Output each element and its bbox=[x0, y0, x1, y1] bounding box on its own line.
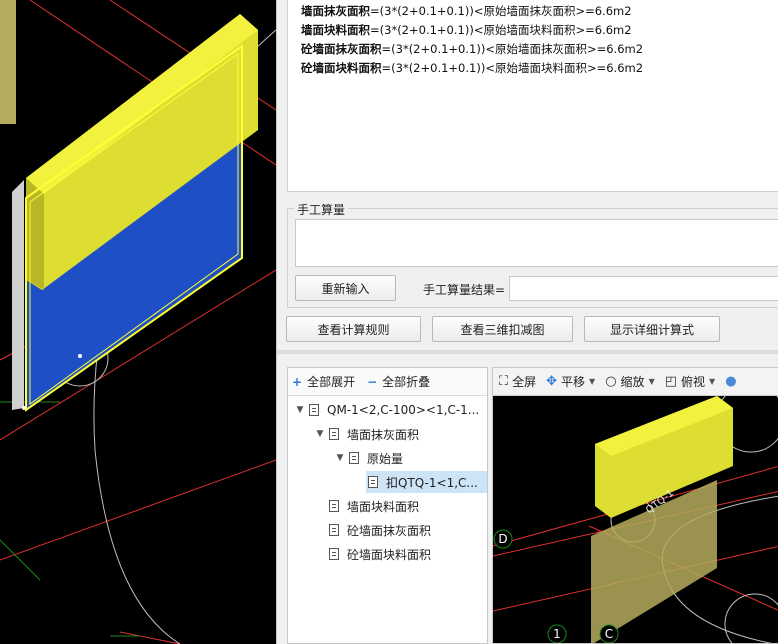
column-shape bbox=[0, 0, 16, 124]
tree-node[interactable]: 墙面块料面积 bbox=[329, 495, 419, 517]
sphere-icon: ● bbox=[725, 374, 737, 389]
chevron-down-icon[interactable]: ▼ bbox=[314, 429, 326, 439]
expand-icon: + bbox=[292, 374, 303, 389]
quantity-tree: + 全部展开 − 全部折叠 ▼ QM-1<2,C-100><1,C-1... ▼… bbox=[287, 367, 488, 644]
chevron-down-icon: ▼ bbox=[709, 377, 716, 386]
axis-label-1: 1 bbox=[553, 627, 561, 641]
formula-line: 墙面抹灰面积=(3*(2+0.1+0.1))<原始墙面抹灰面积>=6.6m2 bbox=[301, 4, 632, 18]
main-3d-scene bbox=[0, 0, 276, 644]
expand-all-label: 全部展开 bbox=[307, 375, 356, 389]
magnifier-icon: ○ bbox=[605, 374, 617, 389]
view-rules-button[interactable]: 查看计算规则 bbox=[286, 316, 421, 342]
pan-button[interactable]: ✥ 平移 ▼ bbox=[546, 373, 595, 390]
document-icon bbox=[329, 428, 339, 440]
collapse-all-button[interactable]: − 全部折叠 bbox=[367, 373, 430, 390]
fullscreen-icon: ⛶ bbox=[499, 374, 509, 389]
axis-label-c: C bbox=[605, 627, 613, 641]
tree-node-label: QM-1<2,C-100><1,C-1... bbox=[327, 403, 480, 417]
deduction-3d-viewer[interactable]: ⛶ 全屏 ✥ 平移 ▼ ○ 缩放 ▼ ◰ 俯视 ▼ ● QTQ-1 D 1 C bbox=[492, 367, 778, 644]
pan-label: 平移 bbox=[561, 375, 586, 389]
manual-result-label: 手工算量结果= bbox=[423, 283, 506, 297]
chevron-down-icon: ▼ bbox=[589, 377, 596, 386]
axis-point bbox=[22, 406, 26, 410]
panel-divider[interactable] bbox=[277, 350, 778, 354]
tree-node[interactable]: 砼墙面抹灰面积 bbox=[329, 519, 431, 541]
mini-axis-circle bbox=[724, 593, 778, 643]
formula-display[interactable]: 墙面抹灰面积=(3*(2+0.1+0.1))<原始墙面抹灰面积>=6.6m2 墙… bbox=[287, 0, 778, 192]
tree-node-label: 扣QTQ-1<1,C... bbox=[386, 475, 478, 490]
collapse-icon: − bbox=[367, 374, 378, 389]
tree-node-selected[interactable]: 扣QTQ-1<1,C... bbox=[366, 471, 487, 493]
tree-node-label: 原始量 bbox=[367, 451, 404, 466]
reinput-button[interactable]: 重新输入 bbox=[295, 275, 396, 301]
top-view-label: 俯视 bbox=[681, 375, 706, 389]
plaster-side bbox=[26, 178, 44, 290]
tree-toolbar: + 全部展开 − 全部折叠 bbox=[288, 368, 487, 396]
axis-point bbox=[78, 354, 82, 358]
document-icon bbox=[368, 476, 378, 488]
cube-icon: ◰ bbox=[664, 374, 678, 389]
tree-node[interactable]: ▼ QM-1<2,C-100><1,C-1... bbox=[294, 399, 480, 421]
tree-node[interactable]: ▼ 原始量 bbox=[334, 447, 403, 469]
tree-node-label: 砼墙面抹灰面积 bbox=[347, 523, 432, 538]
top-view-button[interactable]: ◰ 俯视 ▼ bbox=[665, 373, 715, 390]
pan-icon: ✥ bbox=[546, 374, 558, 389]
manual-group-title: 手工算量 bbox=[294, 201, 349, 218]
calculation-panel: 墙面抹灰面积=(3*(2+0.1+0.1))<原始墙面抹灰面积>=6.6m2 墙… bbox=[276, 0, 778, 644]
manual-result-field[interactable] bbox=[509, 276, 778, 301]
wall-side bbox=[12, 180, 24, 410]
formula-line: 砼墙面块料面积=(3*(2+0.1+0.1))<原始墙面块料面积>=6.6m2 bbox=[301, 61, 644, 75]
expand-all-button[interactable]: + 全部展开 bbox=[292, 373, 355, 390]
document-icon bbox=[329, 524, 339, 536]
view-3d-deduction-button[interactable]: 查看三维扣减图 bbox=[432, 316, 573, 342]
tree-node-label: 墙面抹灰面积 bbox=[347, 427, 420, 442]
fullscreen-button[interactable]: ⛶ 全屏 bbox=[499, 373, 536, 390]
axis-label-d: D bbox=[498, 532, 507, 546]
show-detail-formula-button[interactable]: 显示详细计算式 bbox=[584, 316, 720, 342]
tree-node-label: 墙面块料面积 bbox=[347, 499, 420, 514]
axis-lines bbox=[0, 401, 140, 637]
zoom-label: 缩放 bbox=[620, 375, 645, 389]
deduction-scene: QTQ-1 D 1 C bbox=[493, 396, 778, 643]
formula-line: 砼墙面抹灰面积=(3*(2+0.1+0.1))<原始墙面抹灰面积>=6.6m2 bbox=[301, 42, 644, 56]
document-icon bbox=[349, 452, 359, 464]
display-mode-button[interactable]: ● bbox=[725, 374, 740, 389]
tree-node-label: 砼墙面块料面积 bbox=[347, 547, 432, 562]
document-icon bbox=[329, 548, 339, 560]
manual-calculation-group: 手工算量 重新输入 手工算量结果= bbox=[287, 201, 778, 308]
formula-line: 墙面块料面积=(3*(2+0.1+0.1))<原始墙面块料面积>=6.6m2 bbox=[301, 23, 632, 37]
tree-node[interactable]: 砼墙面块料面积 bbox=[329, 543, 431, 565]
chevron-down-icon: ▼ bbox=[648, 377, 655, 386]
main-3d-viewport[interactable] bbox=[0, 0, 276, 644]
zoom-button[interactable]: ○ 缩放 ▼ bbox=[605, 373, 655, 390]
fullscreen-label: 全屏 bbox=[512, 375, 537, 389]
collapse-all-label: 全部折叠 bbox=[382, 375, 431, 389]
viewer-toolbar: ⛶ 全屏 ✥ 平移 ▼ ○ 缩放 ▼ ◰ 俯视 ▼ ● bbox=[493, 368, 778, 396]
manual-formula-input[interactable] bbox=[295, 219, 778, 267]
chevron-down-icon[interactable]: ▼ bbox=[334, 453, 346, 463]
document-icon bbox=[309, 404, 319, 416]
tree-node[interactable]: ▼ 墙面抹灰面积 bbox=[314, 423, 419, 445]
chevron-down-icon[interactable]: ▼ bbox=[294, 405, 306, 415]
document-icon bbox=[329, 500, 339, 512]
